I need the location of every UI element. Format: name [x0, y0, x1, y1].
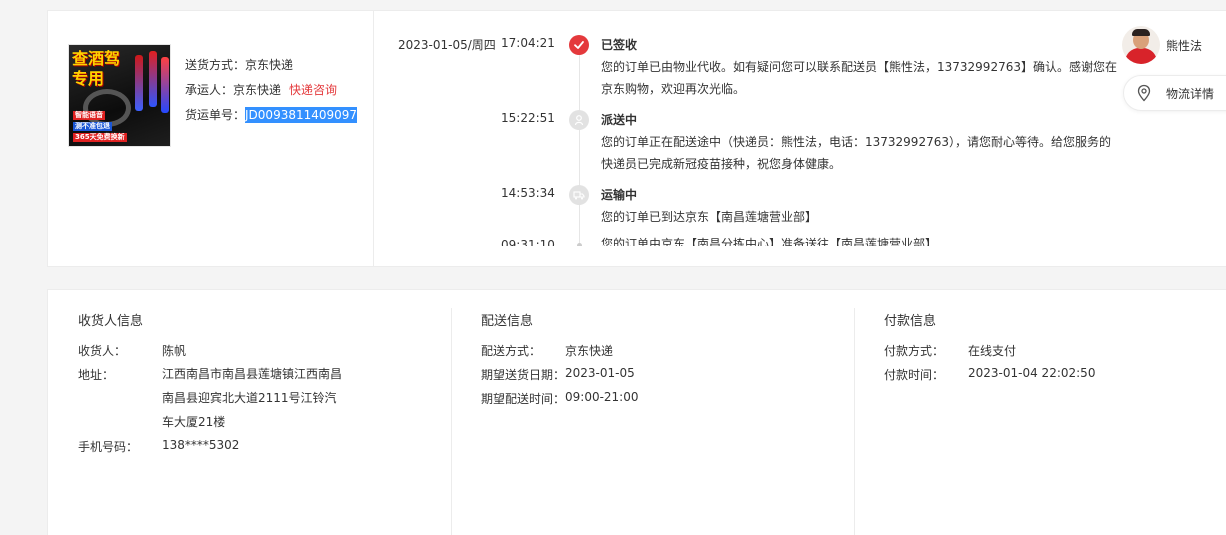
timeline-description: 您的订单由京东【南昌分拣中心】准备送往【南昌莲塘营业部】	[601, 237, 938, 246]
payment-time-row: 付款时间： 2023-01-04 22:02:50	[884, 366, 1095, 383]
shipping-method-row: 送货方式：京东快递	[185, 53, 357, 78]
receiver-info-title: 收货人信息	[78, 314, 144, 329]
logistics-detail-label: 物流详情	[1166, 86, 1215, 101]
logistics-detail-button[interactable]: 物流详情	[1123, 75, 1226, 111]
timeline-time: 17:04:21	[501, 36, 555, 50]
shipping-method-value: 京东快递	[245, 58, 294, 72]
timeline-date: 2023-01-05/周四	[398, 38, 496, 52]
delivery-date-value: 2023-01-05	[565, 366, 635, 380]
column-divider	[451, 308, 452, 535]
receiver-address-value: 江西南昌市南昌县莲塘镇江西南昌南昌县迎宾北大道2111号江铃汽车大厦21楼	[162, 367, 343, 429]
column-divider	[854, 308, 855, 535]
shipping-summary: 送货方式：京东快递 承运人：京东快递 快递咨询 货运单号：JD0093811409…	[185, 53, 358, 128]
receiver-info-section: 收货人信息 收货人： 陈帆 地址： 江西南昌市南昌县莲塘镇江西南昌南昌县迎宾北大…	[78, 290, 450, 535]
receiver-address-label: 地址：	[78, 368, 115, 382]
avatar-hair	[1132, 29, 1150, 36]
courier-inquiry-link[interactable]: 快递咨询	[289, 83, 337, 97]
order-tracking-card: 查酒驾 专用 智能语音 测不准包退 365天免费换新 送货方式：京东快递 承运人…	[47, 10, 1226, 267]
timeline-description: 您的订单已由物业代收。如有疑问您可以联系配送员【熊性法，13732992763】…	[601, 60, 1117, 96]
shipping-method-label: 送货方式：	[185, 58, 246, 72]
receiver-phone-value: 138****5302	[162, 438, 240, 452]
product-image-tag: 365天免费换新	[73, 133, 127, 142]
delivery-time-row: 期望配送时间： 09:00-21:00	[481, 390, 639, 407]
delivery-method-label: 配送方式：	[481, 344, 542, 358]
receiver-address-row: 地址：	[78, 366, 114, 383]
timeline-time: 09:31:10	[501, 238, 555, 246]
delivery-info-section: 配送信息 配送方式： 京东快递 期望送货日期： 2023-01-05 期望配送时…	[481, 290, 853, 535]
product-image-tag: 智能语音	[73, 111, 105, 120]
courier-contact-button[interactable]: 熊性法	[1122, 26, 1226, 64]
avatar-shirt	[1125, 48, 1157, 64]
product-image-title: 查酒驾 专用	[72, 49, 121, 88]
receiver-name-label: 收货人：	[78, 344, 127, 358]
timeline-line	[579, 41, 580, 246]
carrier-value: 京东快递	[233, 83, 282, 97]
truck-icon	[569, 185, 589, 205]
check-icon	[569, 35, 589, 55]
payment-info-title: 付款信息	[884, 314, 937, 329]
delivery-info-title: 配送信息	[481, 314, 534, 329]
delivery-method-value: 京东快递	[565, 344, 614, 358]
receiver-name-value: 陈帆	[162, 344, 187, 358]
timeline-status: 运输中	[601, 188, 638, 202]
avatar	[1122, 26, 1160, 64]
payment-method-row: 付款方式： 在线支付	[884, 342, 1016, 359]
courier-icon	[569, 110, 589, 130]
logistics-timeline[interactable]: 2023-01-05/周四 17:04:21 已签收 您的订单已由物业代收。如有…	[374, 11, 1134, 246]
payment-time-value: 2023-01-04 22:02:50	[968, 366, 1096, 380]
payment-time-label: 付款时间：	[884, 368, 945, 382]
tracking-number-row: 货运单号：JD0093811409097	[185, 103, 358, 128]
order-info-card: 收货人信息 收货人： 陈帆 地址： 江西南昌市南昌县莲塘镇江西南昌南昌县迎宾北大…	[47, 289, 1226, 535]
timeline-description: 您的订单已到达京东【南昌莲塘营业部】	[601, 210, 818, 224]
location-pin-icon	[1137, 84, 1151, 102]
timeline-time: 14:53:34	[501, 186, 555, 200]
breathalyzer-graphic	[161, 57, 169, 113]
delivery-date-label: 期望送货日期：	[481, 368, 566, 382]
timeline-description: 您的订单正在配送途中（快递员：熊性法，电话：13732992763），请您耐心等…	[601, 135, 1111, 171]
breathalyzer-graphic	[149, 51, 157, 107]
delivery-date-row: 期望送货日期： 2023-01-05	[481, 366, 635, 383]
timeline-time: 15:22:51	[501, 111, 555, 125]
product-image-tag: 测不准包退	[73, 122, 112, 131]
receiver-phone-label: 手机号码：	[78, 440, 139, 454]
breathalyzer-graphic	[135, 55, 143, 111]
delivery-time-label: 期望配送时间：	[481, 392, 566, 406]
product-thumbnail[interactable]: 查酒驾 专用 智能语音 测不准包退 365天免费换新	[68, 44, 171, 147]
carrier-label: 承运人：	[185, 83, 234, 97]
courier-name: 熊性法	[1166, 38, 1203, 53]
timeline-status: 已签收	[601, 38, 638, 52]
payment-info-section: 付款信息 付款方式： 在线支付 付款时间： 2023-01-04 22:02:5…	[884, 290, 1224, 535]
delivery-time-value: 09:00-21:00	[565, 390, 639, 404]
receiver-name-row: 收货人： 陈帆	[78, 342, 186, 359]
tracking-number-value[interactable]: JD0093811409097	[245, 107, 358, 123]
carrier-row: 承运人：京东快递 快递咨询	[185, 78, 357, 103]
payment-method-value: 在线支付	[968, 344, 1017, 358]
tracking-number-label: 货运单号：	[185, 108, 246, 122]
payment-method-label: 付款方式：	[884, 344, 945, 358]
dot-icon	[577, 243, 582, 246]
delivery-method-row: 配送方式： 京东快递	[481, 342, 613, 359]
receiver-phone-row: 手机号码： 138****5302	[78, 438, 239, 455]
timeline-status: 派送中	[601, 113, 638, 127]
